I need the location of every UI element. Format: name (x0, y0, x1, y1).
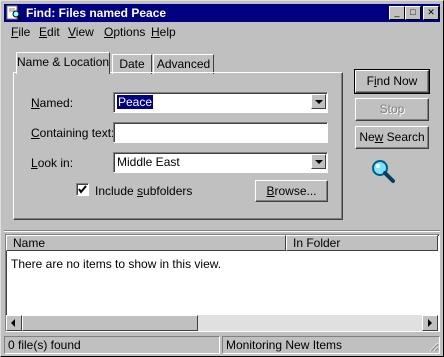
scroll-left-button[interactable] (6, 315, 22, 331)
tab-name-location[interactable]: Name & Location (16, 52, 110, 74)
window-title: Find: Files named Peace (26, 6, 167, 20)
magnifier-icon (369, 157, 397, 185)
named-combobox[interactable]: Peace (113, 92, 328, 113)
divider (4, 230, 440, 232)
stop-button[interactable]: Stop (355, 98, 429, 121)
named-label: Named: (31, 96, 74, 110)
horizontal-scrollbar[interactable] (6, 315, 438, 331)
look-in-combobox[interactable]: Middle East (113, 152, 328, 173)
look-in-value: Middle East (117, 155, 180, 169)
find-window: Find: Files named Peace _ □ ✕ File Edit … (0, 0, 444, 357)
tab-date[interactable]: Date (112, 54, 152, 74)
menu-options[interactable]: Options (104, 25, 145, 39)
maximize-button[interactable]: □ (405, 6, 421, 20)
arrow-right-icon (428, 319, 432, 327)
minimize-button[interactable]: _ (389, 6, 405, 20)
chevron-down-icon[interactable] (311, 94, 326, 109)
scroll-right-button[interactable] (422, 315, 438, 331)
scroll-thumb[interactable] (22, 315, 198, 331)
menu-edit[interactable]: Edit (39, 25, 60, 39)
results-list[interactable]: Name In Folder There are no items to sho… (5, 234, 440, 332)
tab-advanced[interactable]: Advanced (153, 54, 214, 74)
empty-message: There are no items to show in this view. (11, 257, 222, 271)
include-subfolders-checkbox[interactable] (76, 183, 89, 196)
status-file-count: 0 file(s) found (4, 336, 220, 354)
containing-text-input[interactable] (113, 122, 328, 143)
look-in-label: Look in: (31, 156, 74, 170)
column-header-in-folder[interactable]: In Folder (286, 235, 438, 251)
containing-text-label: Containing text: (31, 126, 115, 140)
close-button[interactable]: ✕ (423, 6, 439, 20)
include-subfolders-label[interactable]: Include subfolders (95, 184, 192, 198)
chevron-down-icon[interactable] (311, 154, 326, 169)
resize-grip-icon[interactable] (429, 342, 439, 352)
status-monitoring: Monitoring New Items (222, 336, 440, 354)
arrow-left-icon (11, 319, 15, 327)
find-now-button[interactable]: Find Now (354, 69, 430, 94)
browse-button[interactable]: Browse... (255, 180, 328, 202)
title-bar[interactable]: Find: Files named Peace _ □ ✕ (4, 4, 440, 22)
find-icon (6, 5, 22, 21)
menu-view[interactable]: View (68, 25, 94, 39)
menu-file[interactable]: File (11, 25, 30, 39)
menu-bar: File Edit View Options Help (4, 23, 440, 41)
column-header-name[interactable]: Name (6, 235, 286, 251)
named-value: Peace (117, 95, 154, 109)
checkmark-icon (78, 185, 87, 194)
menu-help[interactable]: Help (151, 25, 176, 39)
new-search-button[interactable]: New Search (355, 126, 429, 149)
